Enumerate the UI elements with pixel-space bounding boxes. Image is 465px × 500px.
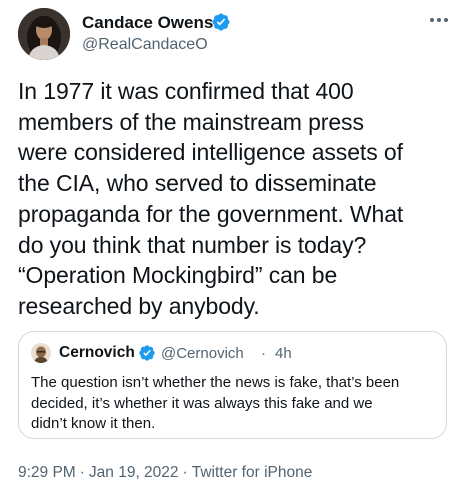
tweet-text-line: do you think that number is today? xyxy=(18,231,367,258)
more-options-button[interactable] xyxy=(424,8,454,32)
author-avatar[interactable] xyxy=(18,8,70,60)
more-dot xyxy=(444,18,449,22)
tweet-text-line: “Operation Mockingbird” can be xyxy=(18,262,338,289)
tweet: Candace Owens @RealCandaceO In 1977 it w… xyxy=(0,0,465,500)
quoted-separator: · xyxy=(261,345,266,362)
more-dot xyxy=(437,18,441,22)
tweet-text-line: In 1977 it was confirmed that 400 xyxy=(18,78,354,104)
tweet-date[interactable]: Jan 19, 2022 xyxy=(89,464,179,481)
quoted-text-line: decided, it’s whether it was always this… xyxy=(31,394,373,412)
author-avatar-image xyxy=(18,8,70,60)
meta-separator: · xyxy=(182,464,188,481)
tweet-metadata: 9:29 PM · Jan 19, 2022 · Twitter for iPhone xyxy=(18,464,312,482)
tweet-text-line: members of the mainstream press xyxy=(18,108,364,135)
tweet-text-line: the CIA, who served to disseminate xyxy=(18,170,377,197)
tweet-text-line: propaganda for the government. What xyxy=(18,200,404,227)
quoted-author-name: Cernovich xyxy=(59,344,135,361)
author-handle[interactable]: @RealCandaceO xyxy=(82,36,208,54)
tweet-text-line: were considered intelligence assets of xyxy=(18,139,403,166)
verified-badge-icon xyxy=(139,345,155,361)
quoted-avatar-image xyxy=(31,343,51,363)
tweet-text: In 1977 it was confirmed that 400 member… xyxy=(18,76,458,322)
quoted-tweet[interactable]: Cernovich @Cernovich · 4h The question i… xyxy=(18,331,447,439)
meta-separator: · xyxy=(79,464,85,481)
more-dot xyxy=(429,18,434,22)
quoted-text: The question isn’t whether the news is f… xyxy=(31,373,436,435)
author-name[interactable]: Candace Owens xyxy=(82,13,213,33)
quoted-text-line: didn’t know it then. xyxy=(31,415,156,432)
quoted-author-handle: @Cernovich xyxy=(161,345,244,362)
quoted-text-line: The question isn’t whether the news is f… xyxy=(31,374,400,391)
quoted-avatar xyxy=(31,343,51,363)
quoted-timestamp: 4h xyxy=(275,345,292,362)
tweet-source[interactable]: Twitter for iPhone xyxy=(192,464,313,481)
verified-badge-icon xyxy=(212,13,230,31)
tweet-time[interactable]: 9:29 PM xyxy=(18,464,76,481)
tweet-text-line: researched by anybody. xyxy=(18,292,260,319)
